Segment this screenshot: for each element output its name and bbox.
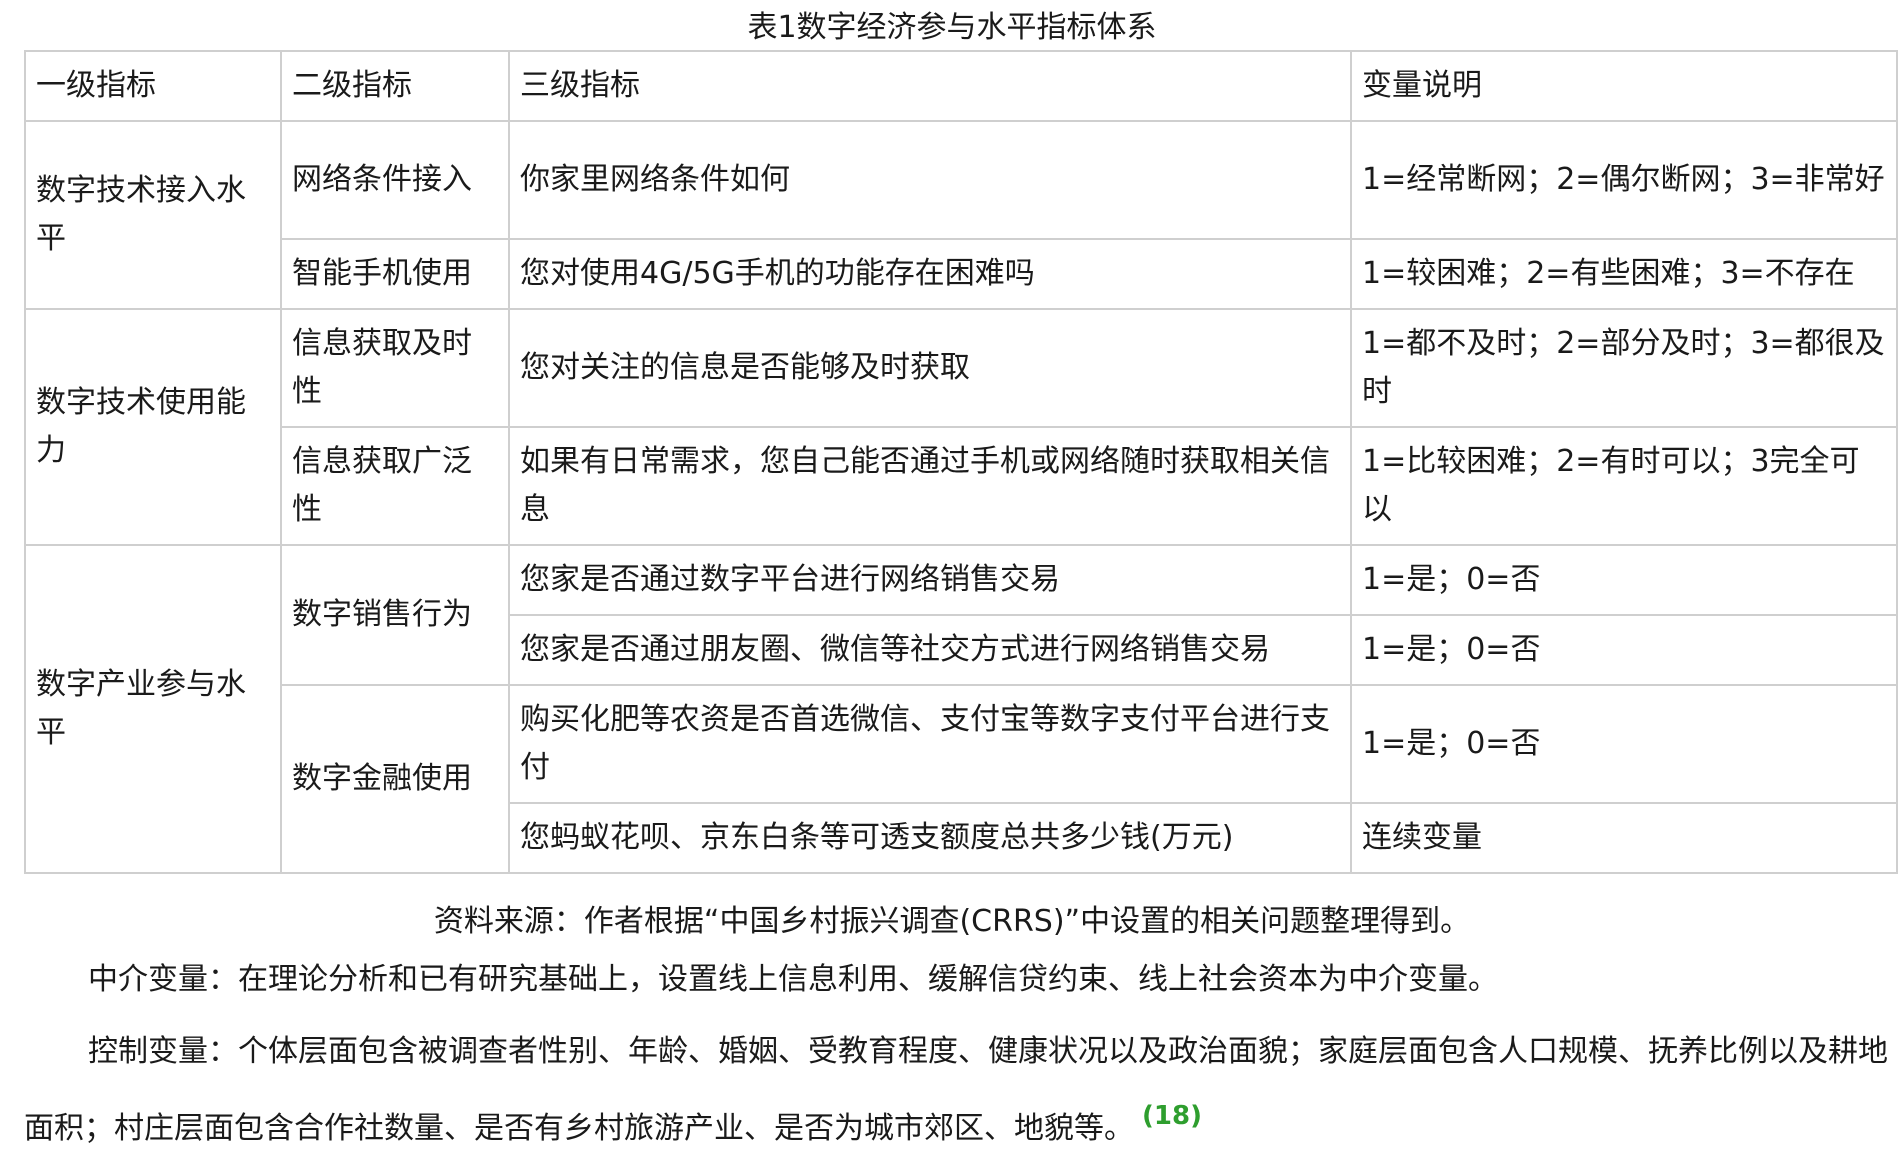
level3-cell: 你家里网络条件如何 [508,120,1352,240]
level3-cell: 您对使用4G/5G手机的功能存在困难吗 [508,238,1352,310]
level2-cell: 信息获取及时性 [280,308,510,428]
level3-cell: 购买化肥等农资是否首选微信、支付宝等数字支付平台进行支付 [508,684,1352,804]
level2-cell: 网络条件接入 [280,120,510,240]
variable-desc-cell: 1=较困难；2=有些困难；3=不存在 [1350,238,1898,310]
header-cell: 三级指标 [508,50,1352,122]
level2-cell: 数字金融使用 [280,684,510,874]
header-cell: 二级指标 [280,50,510,122]
table-row: 信息获取广泛性 如果有日常需求，您自己能否通过手机或网络随时获取相关信息 1=比… [25,426,1898,546]
level1-cell: 数字技术接入水平 [24,120,282,310]
level2-cell: 信息获取广泛性 [280,426,510,546]
control-variable-paragraph: 控制变量：个体层面包含被调查者性别、年龄、婚姻、受教育程度、健康状况以及政治面貌… [24,1020,1896,1161]
source-note: 资料来源：作者根据“中国乡村振兴调查(CRRS)”中设置的相关问题整理得到。 [433,904,1471,939]
level3-cell: 您蚂蚁花呗、京东白条等可透支额度总共多少钱(万元) [508,802,1352,874]
variable-desc-cell: 1=经常断网；2=偶尔断网；3=非常好 [1350,120,1898,240]
header-cell: 一级指标 [24,50,282,122]
variable-desc-cell: 1=都不及时；2=部分及时；3=都很及时 [1350,308,1898,428]
level3-cell: 如果有日常需求，您自己能否通过手机或网络随时获取相关信息 [508,426,1352,546]
variable-desc-cell: 1=是；0=否 [1350,684,1898,804]
table-header-row: 一级指标 二级指标 三级指标 变量说明 [24,50,1898,122]
table-row: 数字产业参与水平 数字销售行为 您家是否通过数字平台进行网络销售交易 1=是；0… [24,544,1898,874]
table-caption: 表1数字经济参与水平指标体系 [747,10,1157,45]
variable-desc-cell: 1=是；0=否 [1350,614,1898,686]
footnote-reference-link[interactable]: (18) [1134,1101,1202,1131]
variable-desc-cell: 1=是；0=否 [1350,544,1898,616]
mediator-variable-paragraph: 中介变量：在理论分析和已有研究基础上，设置线上信息利用、缓解信贷约束、线上社会资… [88,962,1498,997]
indicator-table: 一级指标 二级指标 三级指标 变量说明 数字技术接入水平 网络条件接入 你家里网… [24,50,1898,874]
variable-desc-cell: 连续变量 [1350,802,1898,874]
table-row: 智能手机使用 您对使用4G/5G手机的功能存在困难吗 1=较困难；2=有些困难；… [25,238,1898,310]
variable-desc-cell: 1=比较困难；2=有时可以；3完全可以 [1350,426,1898,546]
level1-cell: 数字产业参与水平 [24,544,282,874]
level3-cell: 您家是否通过数字平台进行网络销售交易 [508,544,1352,616]
level3-cell: 您家是否通过朋友圈、微信等社交方式进行网络销售交易 [508,614,1352,686]
table-row: 数字技术接入水平 网络条件接入 你家里网络条件如何 1=经常断网；2=偶尔断网；… [24,120,1898,310]
header-cell: 变量说明 [1350,50,1898,122]
table-row: 数字金融使用 购买化肥等农资是否首选微信、支付宝等数字支付平台进行支付 1=是；… [25,684,1898,874]
level2-cell: 数字销售行为 [280,544,510,686]
control-variable-text: 控制变量：个体层面包含被调查者性别、年龄、婚姻、受教育程度、健康状况以及政治面貌… [24,1034,1888,1146]
level3-cell: 您对关注的信息是否能够及时获取 [508,308,1352,428]
level1-cell: 数字技术使用能力 [24,308,282,546]
level2-cell: 智能手机使用 [280,238,510,310]
table-row: 数字技术使用能力 信息获取及时性 您对关注的信息是否能够及时获取 1=都不及时；… [24,308,1898,546]
